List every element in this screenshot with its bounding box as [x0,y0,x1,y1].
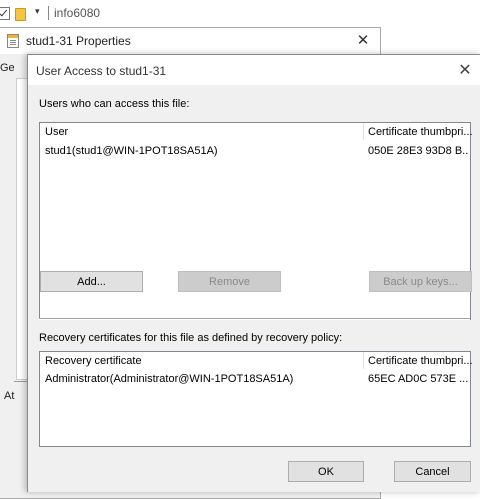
quick-access-dropdown-icon[interactable]: ▾ [35,6,40,17]
user-cell: stud1(stud1@WIN-1POT18SA51A) [45,145,218,157]
column-header-thumbprint[interactable]: Certificate thumbpri... [368,126,473,138]
properties-close-icon[interactable]: ✕ [354,32,372,50]
properties-window-title: stud1-31 Properties [26,34,131,48]
column-header-user[interactable]: User [45,126,68,138]
properties-attributes-label: At [4,390,15,402]
title-separator [48,6,49,20]
properties-title-bar: stud1-31 Properties ✕ [0,28,380,54]
dialog-title-bar: User Access to stud1-31 ✕ [28,55,480,85]
column-header-recovery-certificate[interactable]: Recovery certificate [45,355,142,367]
ok-button[interactable]: OK [288,461,364,482]
table-row[interactable]: Administrator(Administrator@WIN-1POT18SA… [40,372,470,388]
table-row[interactable]: stud1(stud1@WIN-1POT18SA51A) 050E 28E3 9… [40,144,470,160]
back-up-keys-button[interactable]: Back up keys... [369,271,472,292]
properties-tab-panel [16,78,27,380]
explorer-title-bar: ▾ info6080 [0,0,480,30]
recovery-list-header: Recovery certificate Certificate thumbpr… [40,352,473,370]
section-divider [39,318,470,319]
thumbprint-cell: 65EC AD0C 573E ... [368,373,468,385]
users-list-header: User Certificate thumbpri... [40,123,473,141]
properties-tab-general[interactable]: Ge [0,62,30,74]
add-button[interactable]: Add... [40,271,143,292]
column-separator[interactable] [363,352,364,369]
properties-check-icon[interactable] [0,7,10,20]
folder-icon[interactable] [15,8,26,21]
explorer-window-title: info6080 [54,6,101,20]
properties-divider [14,381,28,382]
users-label: Users who can access this file: [39,98,190,110]
thumbprint-cell: 050E 28E3 93D8 B... [368,145,468,157]
cancel-button[interactable]: Cancel [394,461,471,482]
recovery-certificates-list[interactable]: Recovery certificate Certificate thumbpr… [39,351,473,447]
dialog-title: User Access to stud1-31 [36,64,167,78]
user-access-dialog: User Access to stud1-31 ✕ Users who can … [27,54,480,492]
remove-button[interactable]: Remove [178,271,281,292]
recovery-label: Recovery certificates for this file as d… [39,332,343,344]
file-properties-icon [7,34,19,48]
recovery-certificate-cell: Administrator(Administrator@WIN-1POT18SA… [45,373,294,385]
column-separator[interactable] [363,123,364,140]
dialog-close-icon[interactable]: ✕ [454,60,476,82]
column-header-thumbprint[interactable]: Certificate thumbpri... [368,355,473,367]
